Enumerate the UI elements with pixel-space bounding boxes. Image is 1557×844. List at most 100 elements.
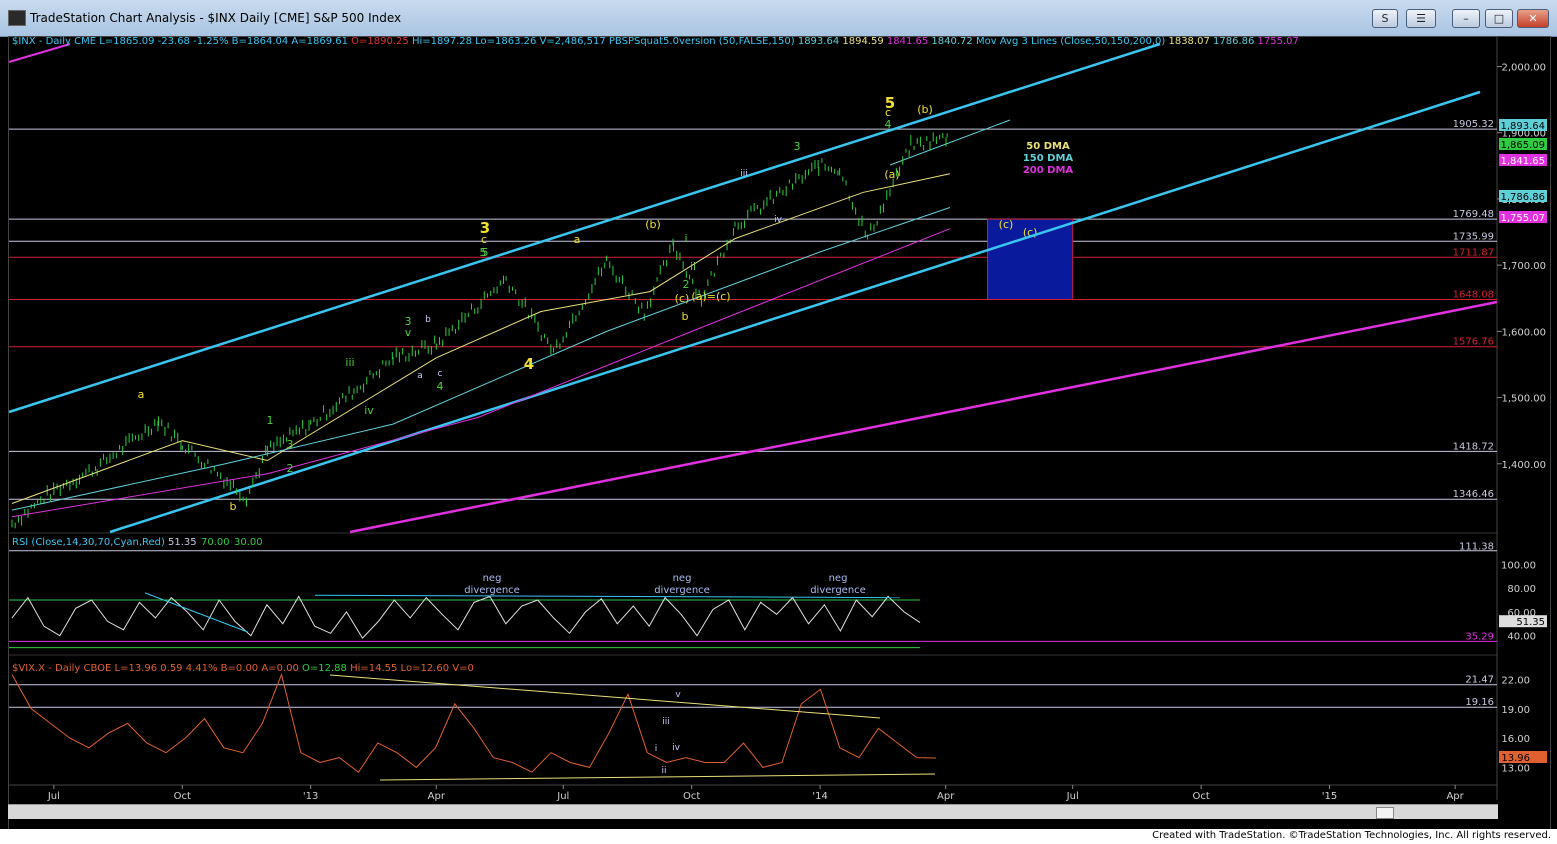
- price-bars: [11, 132, 948, 529]
- vix-wave-label: i: [655, 744, 658, 754]
- price-header-field: 1755.07: [1258, 36, 1299, 47]
- rsi-line: [11, 595, 921, 639]
- vix-upper-trendline: [329, 674, 881, 719]
- vix-line: [11, 672, 937, 773]
- rsi-axis-label: 80.00: [1507, 584, 1536, 595]
- footer-copyright: Created with TradeStation. ©TradeStation…: [1152, 830, 1551, 841]
- wave-label: b: [230, 500, 237, 513]
- wave-label: a: [138, 388, 145, 401]
- vix-wave-label: v: [675, 690, 681, 700]
- wave-label: (a)=(c): [691, 290, 730, 303]
- rsi-axis-label: 100.00: [1501, 560, 1536, 571]
- wave-label: 2: [287, 462, 294, 475]
- rsi-annotation: neg: [829, 573, 848, 584]
- rsi-level-label: 35.29: [1465, 631, 1494, 642]
- level-label: 1905.32: [1453, 119, 1494, 130]
- wave-label: c: [481, 233, 487, 246]
- ma-legend-label: 150 DMA: [1023, 153, 1074, 164]
- rsi-header-value: 30.00: [234, 537, 263, 548]
- x-axis-label: Apr: [428, 791, 446, 802]
- price-header-field: 1841.65: [887, 36, 932, 47]
- wave-label: a: [417, 371, 423, 381]
- horizontal-scrollbar[interactable]: [8, 804, 1498, 819]
- wave-label: 3: [287, 438, 294, 451]
- chart-svg: 1905.32 1769.48 1735.99 1711.87 1648.08 1576.…: [8, 36, 1547, 802]
- scrollbar-thumb[interactable]: [1376, 807, 1394, 819]
- vix-wave-label: iv: [672, 743, 681, 753]
- price-axis-label: 1,400.00: [1501, 460, 1546, 471]
- rsi-annotation: neg: [673, 573, 692, 584]
- level-label: 1711.87: [1453, 247, 1494, 258]
- rsi-annotation: divergence: [654, 585, 710, 596]
- wave-label: a: [574, 233, 581, 246]
- moving-average-200-dma: [11, 228, 951, 518]
- rsi-trendline: [144, 592, 249, 633]
- vix-axis-label: 19.00: [1501, 705, 1530, 716]
- wave-label: iii: [740, 169, 748, 179]
- wave-label: 5: [480, 246, 487, 259]
- vix-wave-label: ii: [661, 766, 666, 776]
- vix-axis-label: 22.00: [1501, 676, 1530, 687]
- vix-header: $VIX.X - Daily CBOE L=13.96 0.59 4.41% B…: [12, 663, 474, 674]
- price-header-field: 1838.07: [1168, 36, 1213, 47]
- rsi-header-value: 70.00: [201, 537, 230, 548]
- wave-label: 3: [794, 140, 801, 153]
- rsi-annotation: divergence: [464, 585, 520, 596]
- inner-channel-line: [889, 119, 1011, 166]
- price-axis-label: 1,500.00: [1501, 394, 1546, 405]
- ma-legend-label: 200 DMA: [1023, 165, 1074, 176]
- price-header-field: 1840.72: [931, 36, 976, 47]
- x-axis-label: '15: [1322, 791, 1337, 802]
- vix-axis-label: 13.00: [1501, 763, 1530, 774]
- vix-axis-label: 16.00: [1501, 734, 1530, 745]
- ma-legend-label: 50 DMA: [1026, 141, 1070, 152]
- price-header-field: 1786.86: [1213, 36, 1258, 47]
- price-axis-label: 1,700.00: [1501, 261, 1546, 272]
- wave-label: (c): [675, 292, 690, 305]
- x-axis-label: Apr: [937, 791, 955, 802]
- wave-label: iv: [364, 404, 374, 417]
- wave-label: ii: [690, 260, 696, 273]
- footer: Created with TradeStation. ©TradeStation…: [0, 829, 1557, 844]
- wave-label: b: [682, 310, 689, 323]
- price-header-field: $INX - Daily CME L=1865.09 -23.68 -1.25%…: [12, 36, 351, 47]
- vix-header-field: $VIX.X - Daily CBOE L=13.96 0.59 4.41% B…: [12, 663, 302, 674]
- wave-label: 1: [267, 414, 274, 427]
- wave-label: 4: [524, 355, 534, 373]
- x-axis-label: Apr: [1446, 791, 1464, 802]
- rsi-annotation: neg: [483, 573, 502, 584]
- price-tag: 1,893.64: [1500, 121, 1545, 132]
- vix-level-label: 19.16: [1465, 697, 1494, 708]
- price-header: $INX - Daily CME L=1865.09 -23.68 -1.25%…: [12, 36, 1299, 47]
- wave-label: (b): [917, 103, 933, 116]
- price-tag: 1,865.09: [1500, 140, 1545, 151]
- level-label: 1576.76: [1453, 337, 1494, 348]
- vix-current-tag: 13.96: [1501, 753, 1530, 764]
- price-tag: 1,841.65: [1500, 156, 1545, 167]
- x-axis-label: Jul: [1066, 791, 1079, 802]
- level-label: 1648.08: [1453, 290, 1494, 301]
- vix-header-field: Hi=14.55 Lo=12.60 V=0: [350, 663, 474, 674]
- x-axis-label: Oct: [1192, 791, 1209, 802]
- rsi-header-value: 51.35: [168, 537, 197, 548]
- wave-label: 4: [437, 380, 444, 393]
- wave-label: (a): [884, 168, 899, 181]
- price-axis-label: 2,000.00: [1501, 62, 1546, 73]
- wave-label: 4: [885, 118, 892, 131]
- rsi-top-label: 111.38: [1459, 542, 1494, 553]
- x-axis-label: '13: [303, 791, 318, 802]
- wave-label: b: [425, 315, 431, 325]
- level-label: 1769.48: [1453, 209, 1494, 220]
- vix-wave-label: iii: [662, 717, 670, 727]
- wave-label: 2: [683, 278, 690, 291]
- price-header-field: 1893.64: [798, 36, 843, 47]
- lower-channel-line: [109, 90, 1481, 534]
- level-label: 1346.46: [1453, 489, 1494, 500]
- wave-label: iii: [345, 356, 354, 369]
- rsi-axis-label: 40.00: [1507, 632, 1536, 643]
- x-axis-label: '14: [812, 791, 827, 802]
- x-axis-label: Oct: [683, 791, 700, 802]
- wave-label: v: [405, 326, 412, 339]
- price-axis-label: 1,600.00: [1501, 327, 1546, 338]
- price-header-field: Hi=1897.28 Lo=1863.26 V=2,486,517 PBSPSq…: [412, 36, 798, 47]
